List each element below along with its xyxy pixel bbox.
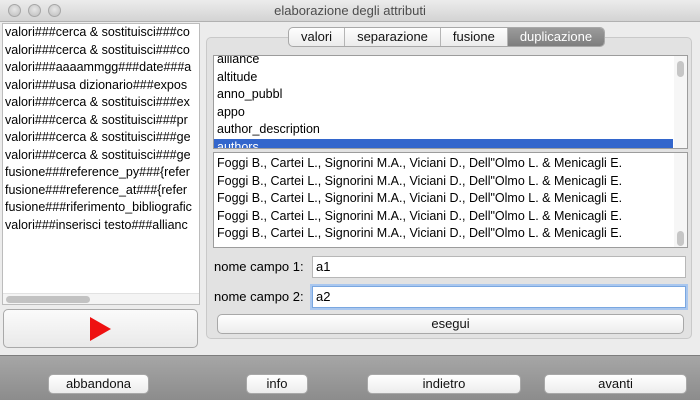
- list-item[interactable]: valori###inserisci testo###allianc: [3, 217, 199, 235]
- forward-button[interactable]: avanti: [544, 374, 687, 394]
- operations-list[interactable]: valori###cerca & sostituisci###co valori…: [2, 23, 200, 305]
- attribute-list[interactable]: alliance altitude anno_pubbl appo author…: [213, 55, 688, 149]
- field2-input[interactable]: a2: [312, 286, 686, 308]
- attribute-items: alliance altitude anno_pubbl appo author…: [214, 56, 673, 148]
- play-icon: [90, 317, 111, 341]
- value-item[interactable]: Foggi B., Cartei L., Signorini M.A., Vic…: [214, 208, 673, 226]
- tab-fusione[interactable]: fusione: [441, 28, 508, 46]
- value-item[interactable]: Foggi B., Cartei L., Signorini M.A., Vic…: [214, 155, 673, 173]
- scrollbar-thumb[interactable]: [677, 231, 684, 246]
- list-item[interactable]: valori###cerca & sostituisci###pr: [3, 112, 199, 130]
- list-item[interactable]: valori###cerca & sostituisci###ge: [3, 147, 199, 165]
- list-item[interactable]: valori###cerca & sostituisci###ge: [3, 129, 199, 147]
- attribute-item[interactable]: alliance: [214, 56, 673, 69]
- title-bar: elaborazione degli attributi: [0, 0, 700, 22]
- list-item[interactable]: valori###cerca & sostituisci###co: [3, 24, 199, 42]
- run-button[interactable]: [3, 309, 198, 348]
- attribute-item[interactable]: altitude: [214, 69, 673, 87]
- field1-input[interactable]: a1: [312, 256, 686, 278]
- value-item[interactable]: Foggi B., Cartei L., Signorini M.A., Vic…: [214, 225, 673, 243]
- scrollbar-thumb[interactable]: [677, 61, 684, 77]
- field1-label: nome campo 1:: [214, 259, 304, 274]
- abandon-button[interactable]: abbandona: [48, 374, 149, 394]
- value-list[interactable]: Foggi B., Cartei L., Signorini M.A., Vic…: [213, 152, 688, 248]
- horizontal-scrollbar[interactable]: [3, 293, 199, 304]
- attribute-item[interactable]: appo: [214, 104, 673, 122]
- list-item[interactable]: valori###usa dizionario###expos: [3, 77, 199, 95]
- list-item[interactable]: valori###cerca & sostituisci###ex: [3, 94, 199, 112]
- list-item[interactable]: fusione###reference_py###{refer: [3, 164, 199, 182]
- list-item[interactable]: fusione###riferimento_bibliografic: [3, 199, 199, 217]
- list-item[interactable]: valori###aaaammgg###date###a: [3, 59, 199, 77]
- scrollbar-thumb[interactable]: [6, 296, 90, 303]
- attribute-item[interactable]: anno_pubbl: [214, 86, 673, 104]
- list-item[interactable]: fusione###reference_at###{refer: [3, 182, 199, 200]
- value-items: Foggi B., Cartei L., Signorini M.A., Vic…: [214, 155, 673, 243]
- attribute-item-selected[interactable]: authors: [214, 138, 673, 148]
- window-title: elaborazione degli attributi: [274, 3, 426, 18]
- field2-label: nome campo 2:: [214, 289, 304, 304]
- back-button[interactable]: indietro: [367, 374, 521, 394]
- tab-valori[interactable]: valori: [289, 28, 346, 46]
- list-item[interactable]: valori###cerca & sostituisci###co: [3, 42, 199, 60]
- info-button[interactable]: info: [246, 374, 308, 394]
- vertical-scrollbar[interactable]: [674, 153, 687, 247]
- tab-bar: valori separazione fusione duplicazione: [288, 27, 606, 47]
- execute-button[interactable]: esegui: [217, 314, 684, 334]
- operations-items: valori###cerca & sostituisci###co valori…: [3, 24, 199, 234]
- attribute-item[interactable]: author_description: [214, 121, 673, 139]
- value-item[interactable]: Foggi B., Cartei L., Signorini M.A., Vic…: [214, 173, 673, 191]
- tab-duplicazione[interactable]: duplicazione: [507, 28, 605, 46]
- tab-separazione[interactable]: separazione: [345, 28, 441, 46]
- value-item[interactable]: Foggi B., Cartei L., Signorini M.A., Vic…: [214, 190, 673, 208]
- vertical-scrollbar[interactable]: [674, 56, 687, 148]
